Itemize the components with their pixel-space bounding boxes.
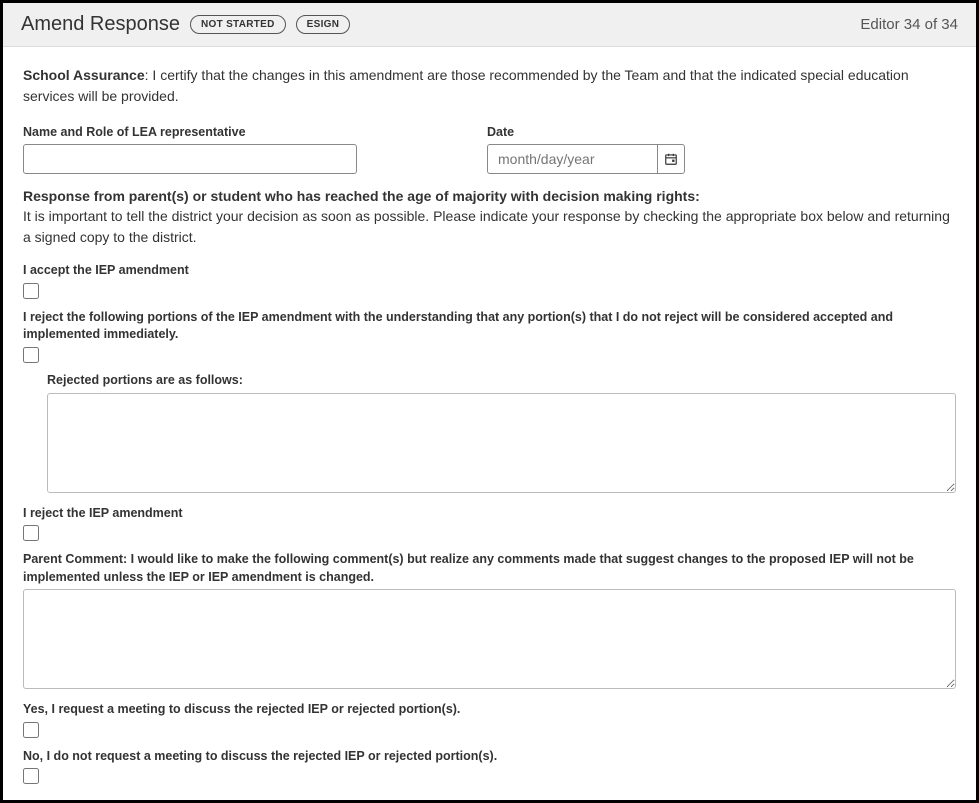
reject-full-block: I reject the IEP amendment [23,505,956,542]
request-meeting-no-checkbox[interactable] [23,768,39,784]
editor-header: Amend Response NOT STARTED ESIGN Editor … [3,3,976,47]
request-meeting-no-block: No, I do not request a meeting to discus… [23,748,956,785]
response-heading: Response from parent(s) or student who h… [23,188,956,204]
school-assurance-text: School Assurance: I certify that the cha… [23,65,956,107]
reject-portions-label: I reject the following portions of the I… [23,309,956,344]
page-title: Amend Response [21,13,180,36]
request-meeting-yes-block: Yes, I request a meeting to discuss the … [23,701,956,738]
rejected-portions-group: Rejected portions are as follows: [47,373,956,493]
calendar-icon [664,152,678,166]
header-left: Amend Response NOT STARTED ESIGN [21,13,350,36]
rejected-portions-textarea[interactable] [47,393,956,493]
response-text: It is important to tell the district you… [23,206,956,248]
status-badge: NOT STARTED [190,15,286,34]
date-input[interactable] [487,144,657,174]
reject-full-label: I reject the IEP amendment [23,505,956,523]
reject-portions-checkbox[interactable] [23,347,39,363]
date-picker-button[interactable] [657,144,685,174]
lea-group: Name and Role of LEA representative [23,125,357,174]
date-group: Date [487,125,685,174]
accept-label: I accept the IEP amendment [23,262,956,280]
request-meeting-yes-label: Yes, I request a meeting to discuss the … [23,701,956,719]
reject-portions-block: I reject the following portions of the I… [23,309,956,363]
reject-full-checkbox[interactable] [23,525,39,541]
request-meeting-yes-checkbox[interactable] [23,722,39,738]
request-meeting-no-label: No, I do not request a meeting to discus… [23,748,956,766]
date-label: Date [487,125,685,139]
lea-input[interactable] [23,144,357,174]
esign-badge[interactable]: ESIGN [296,15,351,34]
accept-block: I accept the IEP amendment [23,262,956,299]
editor-count: Editor 34 of 34 [860,16,958,33]
date-wrapper [487,144,685,174]
content-area: School Assurance: I certify that the cha… [3,47,976,800]
amend-response-editor: Amend Response NOT STARTED ESIGN Editor … [0,0,979,803]
parent-comment-label: Parent Comment: I would like to make the… [23,551,956,586]
parent-comment-textarea[interactable] [23,589,956,689]
lea-label: Name and Role of LEA representative [23,125,357,139]
assurance-body: : I certify that the changes in this ame… [23,67,909,104]
accept-checkbox[interactable] [23,283,39,299]
form-row: Name and Role of LEA representative Date [23,125,956,174]
parent-comment-block: Parent Comment: I would like to make the… [23,551,956,689]
assurance-label: School Assurance [23,67,145,83]
rejected-portions-sublabel: Rejected portions are as follows: [47,373,956,387]
